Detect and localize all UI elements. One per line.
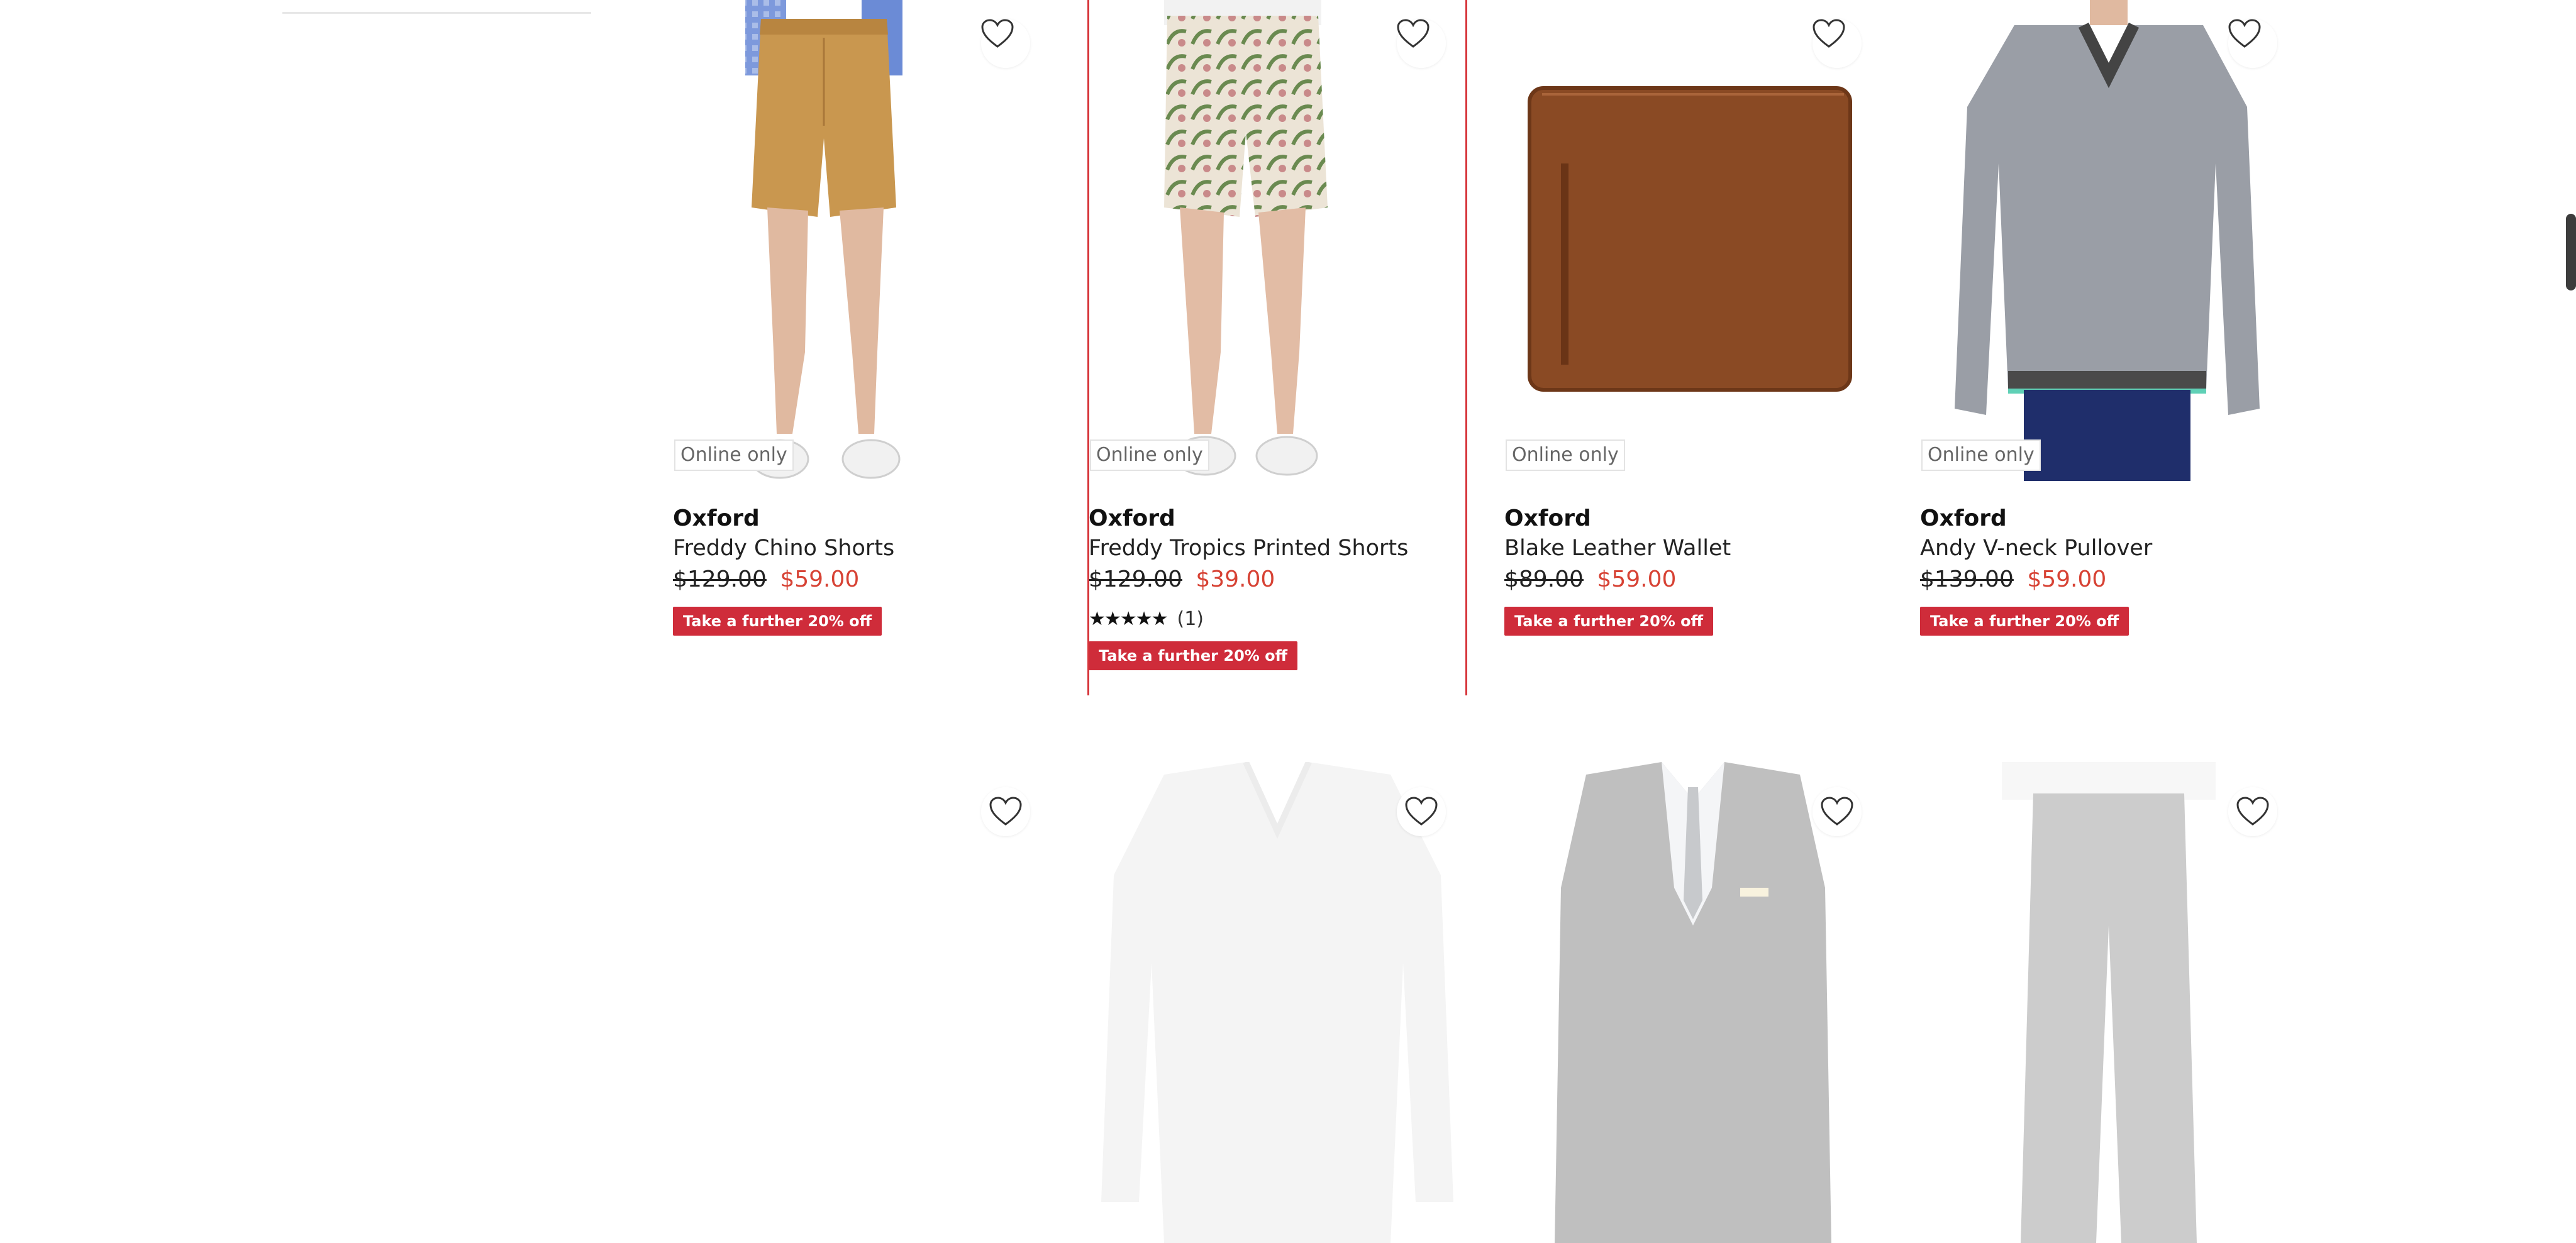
original-price: $129.00 — [673, 566, 767, 592]
sidebar-divider — [282, 12, 591, 14]
product-card-loading[interactable] — [1089, 762, 1466, 1243]
scrollbar-thumb[interactable] — [2566, 214, 2576, 290]
add-to-wishlist-button[interactable] — [2228, 787, 2277, 836]
original-price: $89.00 — [1504, 566, 1584, 592]
product-image[interactable]: Online only — [1504, 0, 1882, 481]
product-card-loading[interactable] — [1920, 762, 2297, 1243]
product-image[interactable] — [1920, 762, 2297, 1243]
add-to-wishlist-button[interactable] — [1397, 19, 1446, 68]
promo-tag: Take a further 20% off — [1920, 607, 2129, 636]
product-image[interactable]: Online only — [1920, 0, 2297, 481]
add-to-wishlist-button[interactable] — [2228, 19, 2277, 68]
product-image[interactable] — [1504, 762, 1882, 1243]
heart-outline-icon — [2228, 19, 2261, 48]
online-only-badge: Online only — [1921, 439, 2041, 471]
product-photo-sweater — [1101, 762, 1453, 1243]
product-name[interactable]: Freddy Chino Shorts — [673, 533, 1050, 564]
price-row: $89.00 $59.00 — [1504, 564, 1882, 595]
online-only-badge: Online only — [674, 439, 794, 471]
promo-tag: Take a further 20% off — [673, 607, 882, 636]
product-photo-trousers — [2002, 762, 2216, 1243]
product-brand[interactable]: Oxford — [1920, 505, 2297, 533]
rating[interactable]: ★★★★★ (1) — [1089, 608, 1466, 630]
sale-price: $59.00 — [780, 566, 860, 592]
promo-tag: Take a further 20% off — [1089, 641, 1298, 670]
heart-outline-icon — [2236, 797, 2269, 826]
add-to-wishlist-button[interactable] — [981, 787, 1030, 836]
online-only-badge: Online only — [1506, 439, 1625, 471]
product-card-blake-leather-wallet[interactable]: Online only Oxford Blake Leather Wallet … — [1504, 0, 1882, 636]
product-card-freddy-tropics-printed-shorts[interactable]: Online only Oxford Freddy Tropics Printe… — [1087, 0, 1467, 695]
product-name[interactable]: Freddy Tropics Printed Shorts — [1089, 533, 1466, 564]
price-row: $129.00 $39.00 — [1089, 564, 1466, 595]
product-image[interactable] — [673, 762, 1050, 1243]
product-card-freddy-chino-shorts[interactable]: Online only Oxford Freddy Chino Shorts $… — [673, 0, 1050, 636]
product-image[interactable]: Online only — [673, 0, 1050, 481]
add-to-wishlist-button[interactable] — [981, 19, 1030, 68]
sale-price: $39.00 — [1196, 566, 1275, 592]
product-photo-wallet — [1528, 86, 1852, 392]
product-name[interactable]: Blake Leather Wallet — [1504, 533, 1882, 564]
original-price: $139.00 — [1920, 566, 2014, 592]
sale-price: $59.00 — [2027, 566, 2107, 592]
heart-outline-icon — [1397, 19, 1430, 48]
add-to-wishlist-button[interactable] — [1813, 787, 1862, 836]
product-image[interactable] — [1089, 762, 1466, 1243]
star-rating-icon: ★★★★★ — [1089, 608, 1168, 630]
product-brand[interactable]: Oxford — [673, 505, 1050, 533]
price-row: $139.00 $59.00 — [1920, 564, 2297, 595]
product-brand[interactable]: Oxford — [1089, 505, 1466, 533]
product-photo-pullover — [1955, 0, 2260, 481]
product-photo-chino-shorts — [745, 0, 902, 479]
product-card-loading[interactable] — [1504, 762, 1882, 1243]
product-card-loading[interactable] — [673, 762, 1050, 1243]
heart-outline-icon — [989, 797, 1022, 826]
heart-outline-icon — [1405, 797, 1438, 826]
product-photo-printed-shorts — [1164, 0, 1328, 476]
add-to-wishlist-button[interactable] — [1397, 787, 1446, 836]
product-card-andy-v-neck-pullover[interactable]: Online only Oxford Andy V-neck Pullover … — [1920, 0, 2297, 636]
product-image[interactable]: Online only — [1089, 0, 1466, 481]
original-price: $129.00 — [1089, 566, 1182, 592]
heart-outline-icon — [981, 19, 1014, 48]
promo-tag: Take a further 20% off — [1504, 607, 1714, 636]
product-brand[interactable]: Oxford — [1504, 505, 1882, 533]
product-photo-suit — [1555, 762, 1831, 1243]
price-row: $129.00 $59.00 — [673, 564, 1050, 595]
sale-price: $59.00 — [1597, 566, 1677, 592]
heart-outline-icon — [1821, 797, 1853, 826]
heart-outline-icon — [1813, 19, 1845, 48]
online-only-badge: Online only — [1090, 439, 1209, 471]
product-name[interactable]: Andy V-neck Pullover — [1920, 533, 2297, 564]
review-count: (1) — [1177, 608, 1204, 630]
add-to-wishlist-button[interactable] — [1813, 19, 1862, 68]
